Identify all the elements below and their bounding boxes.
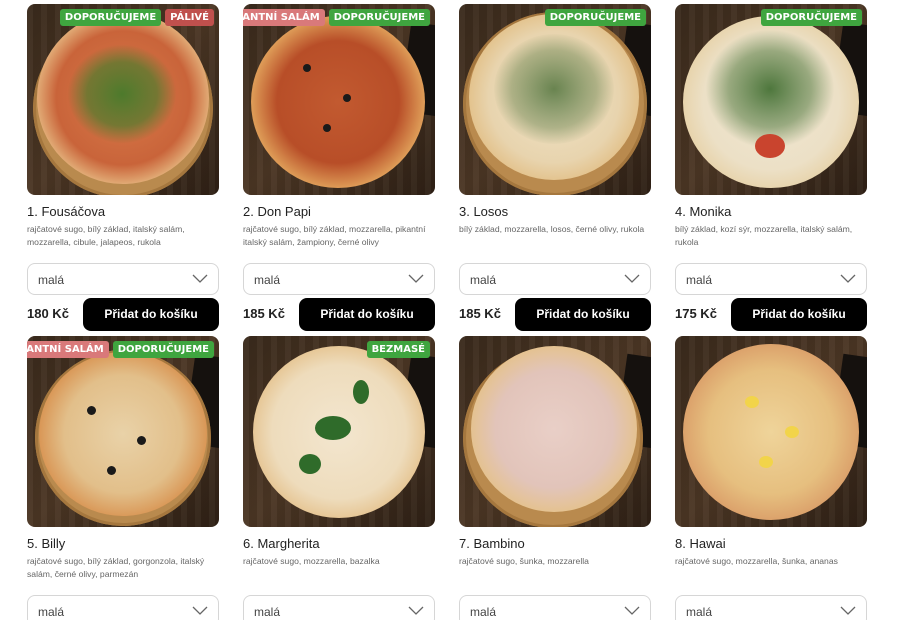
product-card: PIKANTNÍ SALÁM DOPORUČUJEME 2. Don Papi …: [243, 4, 435, 331]
product-description: rajčatové sugo, šunka, mozzarella: [459, 556, 589, 566]
product-card: 8. Hawai rajčatové sugo, mozzarella, šun…: [675, 336, 867, 620]
badge-recommended: DOPORUČUJEME: [112, 341, 214, 358]
product-description: rajčatové sugo, bílý základ, italský sal…: [27, 224, 185, 247]
buy-row: 185 Kč Přidat do košíku: [243, 298, 435, 331]
product-image[interactable]: BEZMASÉ: [243, 336, 435, 527]
size-select[interactable]: malá: [243, 263, 435, 295]
size-select-value: malá: [470, 605, 497, 619]
product-image[interactable]: PIKANTNÍ SALÁM DOPORUČUJEME: [27, 336, 219, 527]
product-title[interactable]: 5. Billy: [27, 536, 219, 552]
product-card: DOPORUČUJEME PÁLIVÉ 1. Fousáčova rajčato…: [27, 4, 219, 331]
product-description: bílý základ, kozí sýr, mozzarella, itals…: [675, 224, 853, 247]
product-card: DOPORUČUJEME 3. Losos bílý základ, mozza…: [459, 4, 651, 331]
product-price: 185 Kč: [459, 306, 501, 321]
product-title[interactable]: 4. Monika: [675, 204, 867, 220]
badge-spicy-salami: PIKANTNÍ SALÁM: [27, 341, 109, 358]
badges: DOPORUČUJEME PÁLIVÉ: [59, 9, 214, 26]
product-description: bílý základ, mozzarella, losos, černé ol…: [459, 224, 645, 234]
product-description: rajčatové sugo, mozzarella, šunka, anana…: [675, 556, 838, 566]
add-to-cart-button[interactable]: Přidat do košíku: [731, 298, 867, 331]
badge-recommended: DOPORUČUJEME: [59, 9, 162, 26]
add-to-cart-button[interactable]: Přidat do košíku: [299, 298, 435, 331]
chevron-down-icon: [624, 606, 640, 615]
product-title[interactable]: 1. Fousáčova: [27, 204, 219, 220]
product-title[interactable]: 8. Hawai: [675, 536, 867, 552]
product-card: 7. Bambino rajčatové sugo, šunka, mozzar…: [459, 336, 651, 620]
product-title[interactable]: 6. Margherita: [243, 536, 435, 552]
product-grid: DOPORUČUJEME PÁLIVÉ 1. Fousáčova rajčato…: [0, 0, 909, 620]
badge-recommended: DOPORUČUJEME: [760, 9, 862, 26]
badge-spicy-salami: PIKANTNÍ SALÁM: [243, 9, 325, 26]
size-select[interactable]: malá: [459, 595, 651, 620]
badge-recommended: DOPORUČUJEME: [544, 9, 646, 26]
chevron-down-icon: [624, 274, 640, 283]
chevron-down-icon: [840, 606, 856, 615]
add-to-cart-button[interactable]: Přidat do košíku: [515, 298, 651, 331]
product-description: rajčatové sugo, bílý základ, mozzarella,…: [243, 224, 426, 247]
size-select-value: malá: [254, 273, 281, 287]
product-title[interactable]: 3. Losos: [459, 204, 651, 220]
badges: BEZMASÉ: [366, 341, 430, 358]
badge-vegetarian: BEZMASÉ: [366, 341, 430, 358]
product-card: DOPORUČUJEME 4. Monika bílý základ, kozí…: [675, 4, 867, 331]
product-price: 175 Kč: [675, 306, 717, 321]
product-image[interactable]: DOPORUČUJEME: [675, 4, 867, 195]
product-price: 185 Kč: [243, 306, 285, 321]
chevron-down-icon: [192, 606, 208, 615]
product-image[interactable]: DOPORUČUJEME: [459, 4, 651, 195]
product-description: rajčatové sugo, bílý základ, gorgonzola,…: [27, 556, 205, 579]
product-description: rajčatové sugo, mozzarella, bazalka: [243, 556, 380, 566]
size-select-value: malá: [254, 605, 281, 619]
buy-row: 175 Kč Přidat do košíku: [675, 298, 867, 331]
chevron-down-icon: [840, 274, 856, 283]
badge-spicy: PÁLIVÉ: [165, 9, 214, 26]
product-image[interactable]: [459, 336, 651, 527]
product-price: 180 Kč: [27, 306, 69, 321]
chevron-down-icon: [408, 274, 424, 283]
size-select[interactable]: malá: [675, 595, 867, 620]
size-select-value: malá: [686, 273, 713, 287]
badges: PIKANTNÍ SALÁM DOPORUČUJEME: [243, 9, 430, 26]
product-image[interactable]: PIKANTNÍ SALÁM DOPORUČUJEME: [243, 4, 435, 195]
product-card: BEZMASÉ 6. Margherita rajčatové sugo, mo…: [243, 336, 435, 620]
product-image[interactable]: DOPORUČUJEME PÁLIVÉ: [27, 4, 219, 195]
product-title[interactable]: 2. Don Papi: [243, 204, 435, 220]
size-select-value: malá: [470, 273, 497, 287]
size-select-value: malá: [38, 605, 65, 619]
size-select[interactable]: malá: [675, 263, 867, 295]
add-to-cart-button[interactable]: Přidat do košíku: [83, 298, 219, 331]
size-select-value: malá: [38, 273, 65, 287]
product-card: PIKANTNÍ SALÁM DOPORUČUJEME 5. Billy raj…: [27, 336, 219, 620]
size-select[interactable]: malá: [243, 595, 435, 620]
product-title[interactable]: 7. Bambino: [459, 536, 651, 552]
buy-row: 180 Kč Přidat do košíku: [27, 298, 219, 331]
size-select[interactable]: malá: [27, 595, 219, 620]
badges: PIKANTNÍ SALÁM DOPORUČUJEME: [27, 341, 214, 358]
chevron-down-icon: [408, 606, 424, 615]
product-image[interactable]: [675, 336, 867, 527]
size-select-value: malá: [686, 605, 713, 619]
chevron-down-icon: [192, 274, 208, 283]
badges: DOPORUČUJEME: [544, 9, 646, 26]
size-select[interactable]: malá: [27, 263, 219, 295]
badges: DOPORUČUJEME: [760, 9, 862, 26]
badge-recommended: DOPORUČUJEME: [328, 9, 430, 26]
size-select[interactable]: malá: [459, 263, 651, 295]
buy-row: 185 Kč Přidat do košíku: [459, 298, 651, 331]
